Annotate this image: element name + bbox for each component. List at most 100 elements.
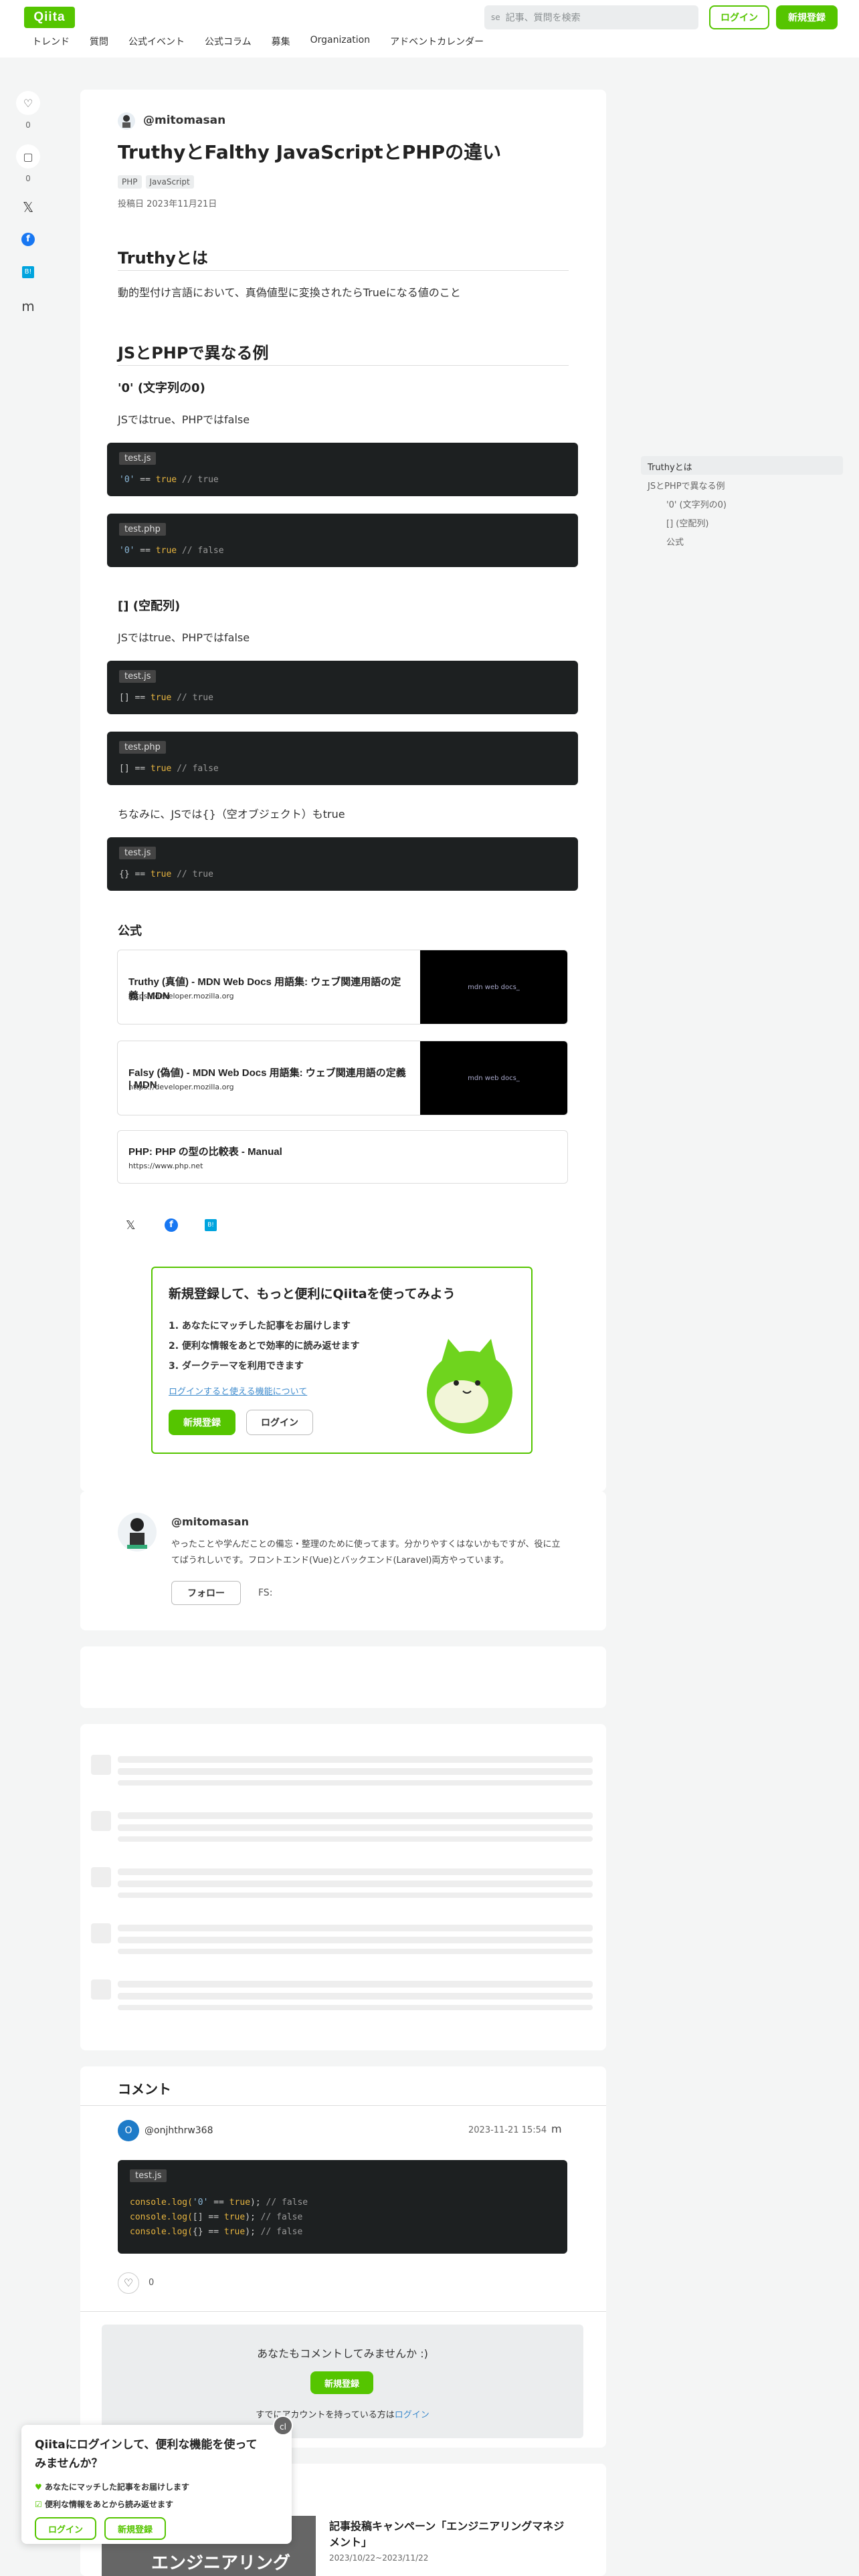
subsection-array-heading: [] (空配列) — [118, 599, 181, 613]
comments-divider — [80, 2311, 606, 2312]
signup-button[interactable]: 新規登録 — [776, 5, 838, 29]
code-line: {} == true // true — [119, 869, 213, 879]
search-input[interactable]: se 記事、質問を検索 — [484, 5, 698, 29]
author-card-avatar[interactable] — [118, 1513, 157, 1551]
promo-login-button[interactable]: ログイン — [246, 1410, 313, 1435]
nav-item-recruit[interactable]: 募集 — [272, 35, 290, 48]
qiita-logo[interactable]: Qiita — [24, 7, 75, 28]
code-filename: test.js — [119, 670, 157, 683]
heading-divider — [118, 270, 569, 271]
nav-item-events[interactable]: 公式イベント — [128, 35, 185, 48]
commenter-avatar[interactable]: O — [118, 2120, 139, 2141]
author-avatar[interactable] — [118, 112, 135, 130]
comment-login-link[interactable]: ログイン — [395, 2410, 430, 2420]
nav-item-trend[interactable]: トレンド — [32, 35, 70, 48]
avatar-image-icon — [122, 115, 130, 128]
qiita-cat-mascot-icon — [427, 1339, 512, 1434]
hatena-share-icon[interactable]: B! — [205, 1219, 217, 1231]
author-card-name[interactable]: @mitomasan — [171, 1515, 249, 1528]
campaign-title[interactable]: 記事投稿キャンペーン「エンジニアリングマネジメント」 — [329, 2518, 570, 2551]
link-card-title: PHP: PHP の型の比較表 - Manual — [128, 1146, 282, 1158]
nav-item-column[interactable]: 公式コラム — [205, 35, 252, 48]
post-date: 投稿日 2023年11月21日 — [118, 199, 217, 209]
toc-item[interactable]: '0' (文字列の0) — [666, 498, 727, 510]
author-card-bio: やったことや学んだことの備忘・整理のために使ってます。分かりやすくはないかもです… — [171, 1539, 561, 1566]
author-card-extra: FS: — [258, 1588, 273, 1598]
subsection-zero-text: JSではtrue、PHPではfalse — [118, 413, 250, 426]
section-official-heading: 公式 — [118, 924, 142, 938]
hatena-share-icon[interactable]: B! — [16, 266, 40, 278]
login-button[interactable]: ログイン — [709, 5, 769, 29]
popup-signup-button[interactable]: 新規登録 — [104, 2517, 166, 2540]
section-diff-heading: JSとPHPで異なる例 — [118, 344, 269, 362]
promo-signup-button[interactable]: 新規登録 — [169, 1410, 235, 1435]
more-icon[interactable]: m — [16, 298, 40, 314]
code-line: '0' == true // false — [119, 546, 224, 556]
check-icon: ♥ — [35, 2482, 42, 2492]
header: Qiita se 記事、質問を検索 ログイン 新規登録 トレンド 質問 公式イベ… — [0, 0, 859, 58]
promo-benefit: 2. 便利な情報をあとで効率的に読み返せます — [169, 1341, 360, 1352]
code-line: console.log([] == true); // false — [130, 2212, 303, 2222]
heading-divider — [118, 365, 569, 366]
toc-item[interactable]: [] (空配列) — [666, 516, 708, 529]
facebook-share-icon[interactable]: f — [165, 1218, 178, 1232]
stock-action: ▢ 0 — [16, 144, 40, 183]
toc-item[interactable]: JSとPHPで異なる例 — [648, 479, 725, 492]
comment-menu-icon[interactable]: m — [551, 2123, 562, 2135]
comment-like-count: 0 — [149, 2278, 155, 2288]
commenter-name[interactable]: @onjhthrw368 — [145, 2125, 213, 2136]
code-filename: test.js — [119, 452, 157, 465]
code-block: test.php '0' == true // false — [107, 514, 578, 567]
comment-code-block: test.js console.log('0' == true); // fal… — [118, 2160, 567, 2254]
login-popup-title: Qiitaにログインして、便利な機能を使ってみませんか？ — [35, 2438, 258, 2470]
x-share-icon[interactable]: 𝕏 — [126, 1218, 136, 1232]
subsection-array-text: JSではtrue、PHPではfalse — [118, 631, 250, 644]
like-count: 0 — [25, 120, 31, 130]
toc-item[interactable]: Truthyとは — [648, 460, 692, 473]
tag-javascript[interactable]: JavaScript — [145, 175, 194, 189]
subsection-zero-heading: '0' (文字列の0) — [118, 381, 205, 395]
heart-icon[interactable]: ♡ — [16, 91, 40, 115]
x-share-icon[interactable]: 𝕏 — [16, 199, 40, 215]
comment-cta-text: あなたもコメントしてみませんか :) — [257, 2347, 428, 2360]
link-card[interactable]: PHP: PHP の型の比較表 - Manual https://www.php… — [117, 1130, 568, 1184]
tag-php[interactable]: PHP — [118, 175, 142, 189]
follow-button[interactable]: フォロー — [171, 1581, 241, 1605]
search-icon: se — [491, 13, 500, 22]
toc-item[interactable]: 公式 — [666, 535, 684, 548]
author-name[interactable]: @mitomasan — [143, 114, 225, 127]
code-line: console.log({} == true); // false — [130, 2227, 303, 2237]
code-filename: test.js — [130, 2169, 167, 2182]
comment-like-icon[interactable]: ♡ — [118, 2272, 139, 2294]
nav-item-organization[interactable]: Organization — [310, 35, 371, 48]
code-block: test.js {} == true // true — [107, 837, 578, 891]
code-filename: test.js — [119, 847, 157, 859]
section-truthy-heading: Truthyとは — [118, 249, 208, 267]
campaign-banner-text: エンジニアリング — [151, 2553, 291, 2573]
comment-signup-button[interactable]: 新規登録 — [310, 2371, 373, 2394]
comments-title: コメント — [118, 2081, 171, 2097]
facebook-share-icon[interactable]: f — [16, 233, 40, 246]
comment-cta-box: あなたもコメントしてみませんか :) 新規登録 すでにアカウントを持っている方は… — [102, 2325, 583, 2438]
bookmark-icon[interactable]: ▢ — [16, 144, 40, 169]
login-popup-benefit: ☑ 便利な情報をあとから読み返せます — [35, 2500, 173, 2509]
signup-promo: 新規登録して、もっと便利にQiitaを使ってみよう 1. あなたにマッチした記事… — [151, 1267, 533, 1454]
check-icon: ☑ — [35, 2500, 42, 2509]
promo-features-link[interactable]: ログインすると使える機能について — [169, 1384, 307, 1397]
note-text: ちなみに、JSでは{}（空オブジェクト）もtrue — [118, 808, 345, 821]
code-filename: test.php — [119, 523, 166, 536]
code-block: test.js [] == true // true — [107, 661, 578, 714]
promo-benefit: 3. ダークテーマを利用できます — [169, 1361, 304, 1372]
code-block: test.php [] == true // false — [107, 732, 578, 785]
nav-item-advent[interactable]: アドベントカレンダー — [390, 35, 484, 48]
promo-benefit: 1. あなたにマッチした記事をお届けします — [169, 1321, 351, 1331]
popup-login-button[interactable]: ログイン — [35, 2517, 96, 2540]
search-placeholder: 記事、質問を検索 — [505, 13, 581, 23]
comment-date[interactable]: 2023-11-21 15:54 — [468, 2125, 547, 2135]
login-popup: Qiitaにログインして、便利な機能を使ってみませんか？ ♥ あなたにマッチした… — [21, 2425, 292, 2544]
nav-item-questions[interactable]: 質問 — [90, 35, 108, 48]
link-card[interactable]: Falsy (偽値) - MDN Web Docs 用語集: ウェブ関連用語の定… — [117, 1041, 568, 1115]
link-card[interactable]: Truthy (真値) - MDN Web Docs 用語集: ウェブ関連用語の… — [117, 950, 568, 1025]
popup-close-button[interactable]: cl — [273, 2416, 293, 2436]
link-card-thumbnail: mdn web docs_ — [420, 950, 567, 1024]
